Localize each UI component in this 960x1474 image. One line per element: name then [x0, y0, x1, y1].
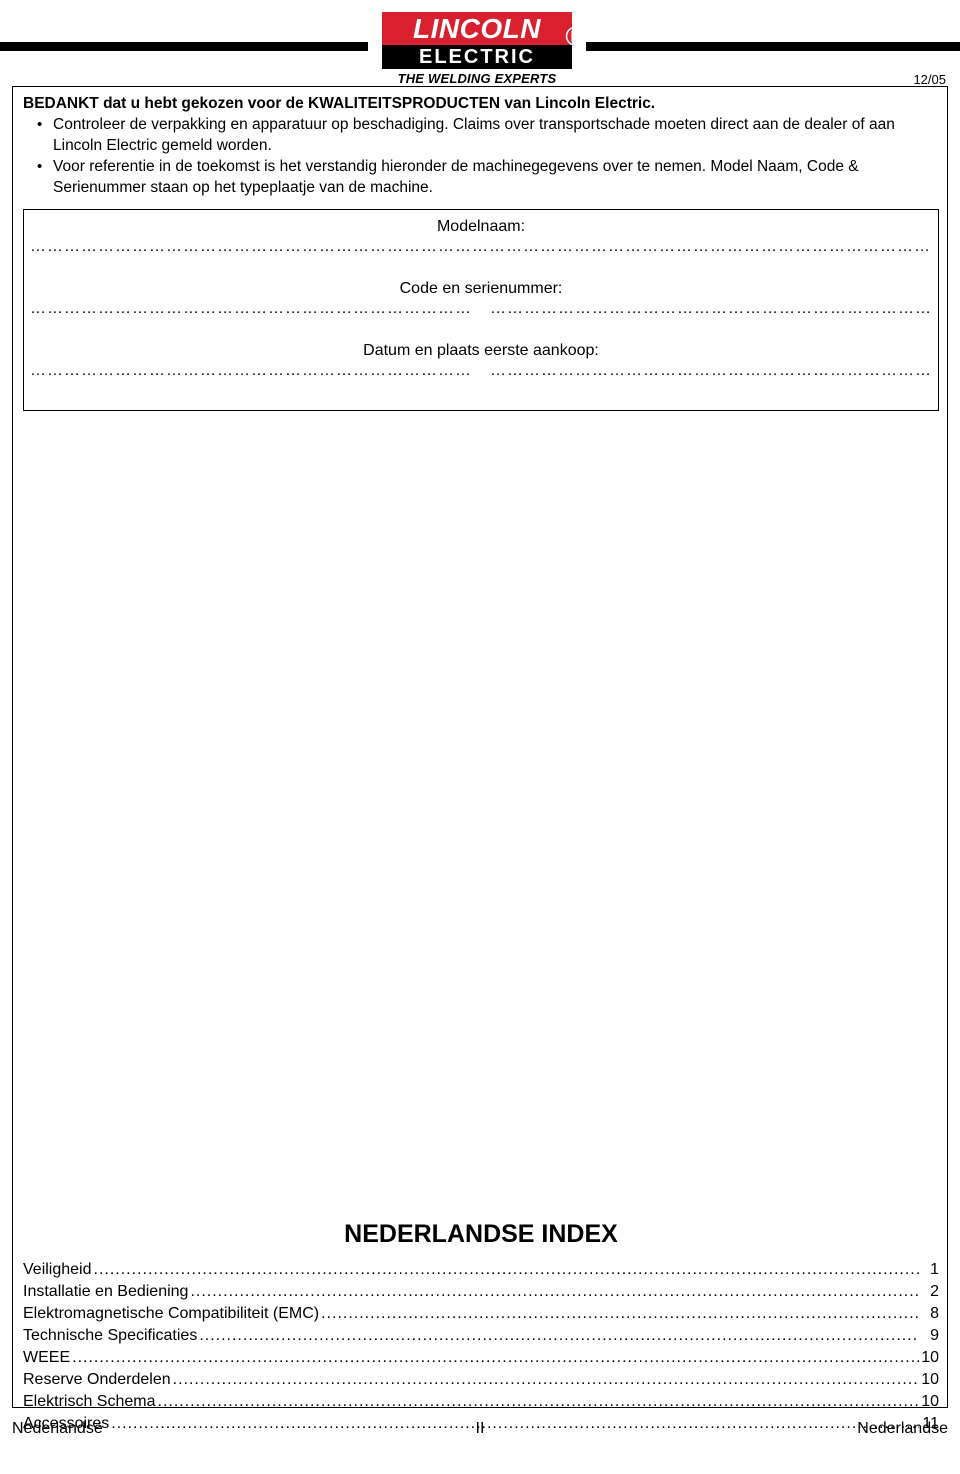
toc-page-number: 2 [930, 1283, 939, 1300]
footer-page-number: II [475, 1420, 485, 1437]
date-stamp: 12/05 [913, 72, 946, 87]
header-band: LINCOLN ® ELECTRIC THE WELDING EXPERTS [0, 12, 960, 86]
intro-lead-line: BEDANKT dat u hebt gekozen voor de KWALI… [23, 95, 656, 112]
purchase-date-dotted-line: …………………………………………………………………………………………………………… [30, 362, 470, 379]
toc-entry-installatie-en-bediening[interactable]: Installatie en Bediening ...............… [23, 1281, 939, 1303]
toc-entry-weee[interactable]: WEEE ...................................… [23, 1347, 939, 1369]
toc-entry-emc[interactable]: Elektromagnetische Compatibiliteit (EMC)… [23, 1303, 939, 1325]
document-page: LINCOLN ® ELECTRIC THE WELDING EXPERTS 1… [0, 0, 960, 1474]
toc-page-number: 1 [930, 1261, 939, 1278]
toc-leader: ........................................… [72, 1349, 919, 1366]
toc-leader: ........................................… [199, 1327, 919, 1344]
toc-page-number: 10 [921, 1371, 939, 1388]
intro-text-block: BEDANKT dat u hebt gekozen voor de KWALI… [23, 93, 939, 198]
code-serial-label: Code en serienummer: [399, 280, 563, 297]
toc-page-number: 8 [930, 1305, 939, 1322]
list-item: Voor referentie in de toekomst is het ve… [37, 156, 939, 198]
logo-brand-block: LINCOLN ® [382, 12, 585, 52]
serial-dotted-line: …………………………………………………………………………………………………………… [490, 300, 930, 317]
toc-entry-technische-specificaties[interactable]: Technische Specificaties ...............… [23, 1325, 939, 1347]
model-name-dotted-line: …………………………………………………………………………………………………………… [30, 238, 930, 255]
toc-leader: ........................................… [172, 1371, 919, 1388]
purchase-place-dotted-line: …………………………………………………………………………………………………………… [490, 362, 930, 379]
lincoln-electric-logo: LINCOLN ® ELECTRIC THE WELDING EXPERTS [382, 12, 585, 88]
toc-leader: ........................................… [93, 1261, 920, 1278]
toc-page-number: 9 [930, 1327, 939, 1344]
index-title: NEDERLANDSE INDEX [344, 1220, 618, 1248]
model-name-label: Modelnaam: [436, 218, 526, 235]
header-rule-right [586, 42, 960, 51]
purchase-field-row[interactable]: …………………………………………………………………………………………………………… [24, 362, 938, 396]
code-dotted-line: …………………………………………………………………………………………………………… [30, 300, 470, 317]
toc-page-number: 10 [921, 1393, 939, 1410]
table-of-contents: Veiligheid .............................… [23, 1259, 939, 1435]
model-name-field-row[interactable]: …………………………………………………………………………………………………………… [24, 238, 938, 272]
toc-entry-elektrisch-schema[interactable]: Elektrisch Schema ......................… [23, 1391, 939, 1413]
logo-brand-text: LINCOLN [413, 12, 541, 44]
toc-label: Veiligheid [23, 1261, 92, 1278]
toc-page-number: 10 [921, 1349, 939, 1366]
toc-label: Elektromagnetische Compatibiliteit (EMC) [23, 1305, 320, 1322]
intro-bullet-list: Controleer de verpakking en apparatuur o… [23, 114, 939, 198]
toc-label: Reserve Onderdelen [23, 1371, 171, 1388]
toc-entry-veiligheid[interactable]: Veiligheid .............................… [23, 1259, 939, 1281]
main-content-box: BEDANKT dat u hebt gekozen voor de KWALI… [12, 86, 948, 1432]
logo-product-text: ELECTRIC [419, 45, 535, 68]
header-rule-left [0, 42, 368, 51]
toc-label: WEEE [23, 1349, 71, 1366]
purchase-date-place-label: Datum en plaats eerste aankoop: [363, 342, 599, 359]
logo-product-block: ELECTRIC [382, 45, 572, 69]
toc-leader: ........................................… [321, 1305, 919, 1322]
toc-leader: ........................................… [190, 1283, 919, 1300]
toc-leader: ........................................… [157, 1393, 920, 1410]
toc-label: Installatie en Bediening [23, 1283, 189, 1300]
toc-label: Elektrisch Schema [23, 1393, 156, 1410]
logo-tagline: THE WELDING EXPERTS [397, 71, 557, 86]
toc-label: Technische Specificaties [23, 1327, 198, 1344]
code-serial-field-row[interactable]: …………………………………………………………………………………………………………… [24, 300, 938, 334]
toc-entry-reserve-onderdelen[interactable]: Reserve Onderdelen .....................… [23, 1369, 939, 1391]
machine-record-box: Modelnaam: ……………………………………………………………………………… [23, 209, 939, 411]
list-item: Controleer de verpakking en apparatuur o… [37, 114, 939, 156]
